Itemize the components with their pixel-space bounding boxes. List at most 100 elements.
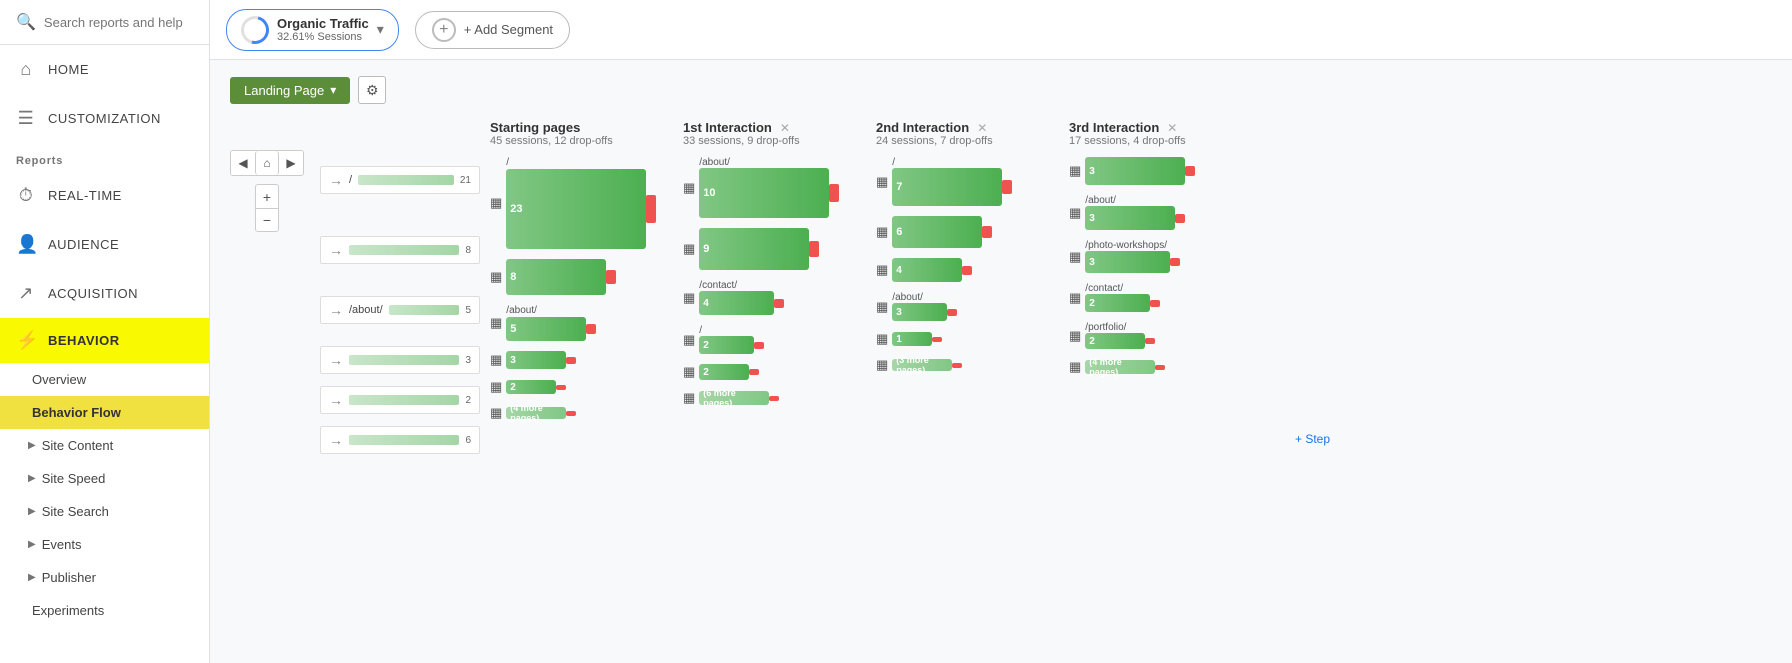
segment-dropdown-arrow[interactable]: ▾ xyxy=(377,21,384,38)
starting-page-bar-0[interactable]: ▦ / 23 xyxy=(490,157,665,249)
int3-bar-5[interactable]: ▦ (4 more pages) xyxy=(1069,359,1269,375)
sidebar-item-home-label: HOME xyxy=(48,62,89,77)
sidebar-sub-publisher[interactable]: ▶ Publisher xyxy=(0,561,209,594)
int3-icon-0: ▦ xyxy=(1069,163,1081,179)
source-node-3[interactable]: → 3 xyxy=(320,346,480,374)
sidebar-sub-site-speed[interactable]: ▶ Site Speed xyxy=(0,462,209,495)
pan-left-button[interactable]: ◀ xyxy=(231,151,255,175)
int1-green-3: 2 xyxy=(699,336,754,354)
starting-page-bar-3[interactable]: ▦ 3 xyxy=(490,351,665,369)
sidebar-sub-experiments[interactable]: Experiments xyxy=(0,594,209,627)
starting-page-bar-2[interactable]: ▦ /about/ 5 xyxy=(490,305,665,341)
sidebar-item-realtime-label: REAL-TIME xyxy=(48,188,122,203)
int1-bar-5[interactable]: ▦ (6 more pages) xyxy=(683,390,858,406)
zoom-controls: + − xyxy=(255,184,279,232)
source-node-4[interactable]: → 2 xyxy=(320,386,480,414)
zoom-out-button[interactable]: − xyxy=(255,208,279,232)
add-segment-button[interactable]: + + Add Segment xyxy=(415,11,570,49)
starting-page-bar-1[interactable]: ▦ 8 xyxy=(490,259,665,295)
int2-bar-1[interactable]: ▦ 6 xyxy=(876,216,1051,248)
sidebar-item-audience[interactable]: 👤 AUDIENCE xyxy=(0,220,209,269)
drop-red-1 xyxy=(606,270,616,284)
sidebar-item-audience-label: AUDIENCE xyxy=(48,237,119,252)
sidebar-item-customization[interactable]: ☰ CUSTOMIZATION xyxy=(0,94,209,143)
int2-green-3: 3 xyxy=(892,303,947,321)
expand-arrow-publisher: ▶ xyxy=(28,572,36,583)
int2-bar-0[interactable]: ▦ / 7 xyxy=(876,157,1051,206)
int3-bar-4[interactable]: ▦ /portfolio/ 2 xyxy=(1069,322,1269,349)
source-gap-2 xyxy=(320,276,480,296)
int2-bar-5[interactable]: ▦ (3 more pages) xyxy=(876,357,1051,373)
search-icon: 🔍 xyxy=(16,12,36,32)
int1-icon-3: ▦ xyxy=(683,332,695,348)
starting-bar-green-1: 8 xyxy=(506,259,606,295)
page-icon-5: ▦ xyxy=(490,405,502,421)
source-node-1[interactable]: → 8 xyxy=(320,236,480,264)
sidebar-sub-site-content[interactable]: ▶ Site Content xyxy=(0,429,209,462)
source-arrow-icon-5: → xyxy=(329,432,343,448)
starting-pages-column: Starting pages 45 sessions, 12 drop-offs… xyxy=(490,120,665,431)
int2-drop-0 xyxy=(1002,180,1012,194)
int2-drop-4 xyxy=(932,337,942,342)
int1-bar-3[interactable]: ▦ / 2 xyxy=(683,325,858,354)
sidebar-item-home[interactable]: ⌂ HOME xyxy=(0,45,209,94)
interaction2-close[interactable]: ✕ xyxy=(977,121,987,135)
page-icon-4: ▦ xyxy=(490,379,502,395)
sidebar-item-realtime[interactable]: ⏱ REAL-TIME xyxy=(0,171,209,220)
int3-drop-4 xyxy=(1145,338,1155,344)
sidebar-sub-site-search[interactable]: ▶ Site Search xyxy=(0,495,209,528)
segment-chip-organic[interactable]: Organic Traffic 32.61% Sessions ▾ xyxy=(226,9,399,51)
starting-page-bar-4[interactable]: ▦ 2 xyxy=(490,379,665,395)
source-node-0[interactable]: → / 21 xyxy=(320,166,480,194)
pan-right-button[interactable]: ▶ xyxy=(279,151,303,175)
int3-bar-3[interactable]: ▦ /contact/ 2 xyxy=(1069,283,1269,312)
reports-section-label: Reports xyxy=(0,143,209,171)
flow-diagram: ◀ ⌂ ▶ + − → / xyxy=(230,120,1630,466)
int1-icon-0: ▦ xyxy=(683,180,695,196)
interaction3-header: 3rd Interaction ✕ 17 sessions, 4 drop-of… xyxy=(1069,120,1269,147)
int3-bar-2[interactable]: ▦ /photo-workshops/ 3 xyxy=(1069,240,1269,273)
int1-bar-4[interactable]: ▦ 2 xyxy=(683,364,858,380)
int1-icon-2: ▦ xyxy=(683,290,695,306)
int3-bar-0[interactable]: ▦ 3 xyxy=(1069,157,1269,185)
int2-icon-5: ▦ xyxy=(876,357,888,373)
int1-bar-1[interactable]: ▦ 9 xyxy=(683,228,858,270)
sidebar-item-acquisition[interactable]: ↗ ACQUISITION xyxy=(0,269,209,318)
source-node-5[interactable]: → 6 xyxy=(320,426,480,454)
starting-bar-green-3: 3 xyxy=(506,351,566,369)
int2-green-4: 1 xyxy=(892,332,932,346)
search-input[interactable] xyxy=(44,15,193,30)
flow-settings-button[interactable]: ⚙ xyxy=(358,76,386,104)
sidebar-item-behavior[interactable]: ⚡ BEHAVIOR xyxy=(0,318,209,363)
sidebar-sub-overview[interactable]: Overview xyxy=(0,363,209,396)
acquisition-icon: ↗ xyxy=(16,283,36,304)
int3-drop-1 xyxy=(1175,214,1185,223)
int2-bar-2[interactable]: ▦ 4 xyxy=(876,258,1051,282)
source-arrow-icon-4: → xyxy=(329,392,343,408)
interaction1-close[interactable]: ✕ xyxy=(780,121,790,135)
interaction3-close[interactable]: ✕ xyxy=(1167,121,1177,135)
starting-page-bar-5[interactable]: ▦ (4 more pages) xyxy=(490,405,665,421)
int1-bar-0[interactable]: ▦ /about/ 10 xyxy=(683,157,858,218)
add-step-button[interactable]: + Step xyxy=(1287,428,1338,466)
int2-icon-4: ▦ xyxy=(876,331,888,347)
pan-home-button[interactable]: ⌂ xyxy=(255,151,279,175)
customization-icon: ☰ xyxy=(16,108,36,129)
zoom-in-button[interactable]: + xyxy=(255,184,279,208)
landing-page-dropdown[interactable]: Landing Page ▾ xyxy=(230,77,350,104)
int1-bar-2[interactable]: ▦ /contact/ 4 xyxy=(683,280,858,315)
sidebar-sub-events[interactable]: ▶ Events xyxy=(0,528,209,561)
int2-bar-4[interactable]: ▦ 1 xyxy=(876,331,1051,347)
drop-red-2 xyxy=(586,324,596,334)
sidebar-item-acquisition-label: ACQUISITION xyxy=(48,286,138,301)
int3-bar-1[interactable]: ▦ /about/ 3 xyxy=(1069,195,1269,230)
int2-icon-0: ▦ xyxy=(876,174,888,190)
behavior-icon: ⚡ xyxy=(16,330,36,351)
int2-bar-3[interactable]: ▦ /about/ 3 xyxy=(876,292,1051,321)
int1-drop-4 xyxy=(749,369,759,375)
source-node-2[interactable]: → /about/ 5 xyxy=(320,296,480,324)
source-arrow-icon-0: → xyxy=(329,172,343,188)
segment-circle xyxy=(236,10,274,48)
segment-bar: Organic Traffic 32.61% Sessions ▾ + + Ad… xyxy=(210,0,1792,60)
sidebar-sub-behavior-flow[interactable]: Behavior Flow xyxy=(0,396,209,429)
